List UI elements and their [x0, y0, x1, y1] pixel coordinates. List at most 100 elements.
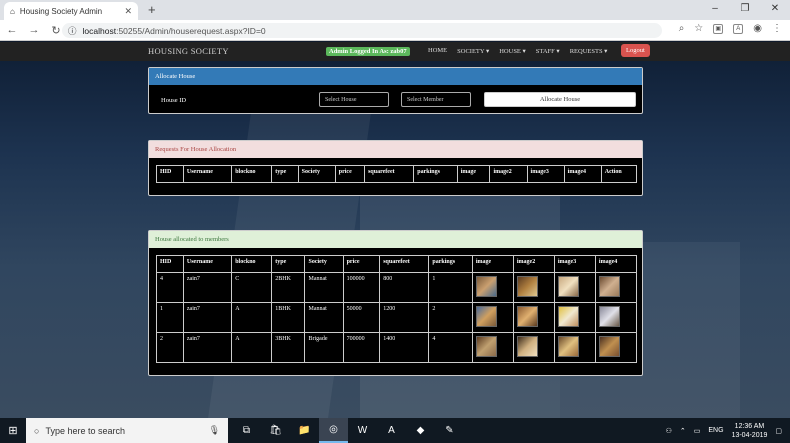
taskbar-search-box[interactable]: ○ Type here to search 🎙: [26, 418, 228, 443]
nav-home[interactable]: HOME: [428, 47, 447, 55]
clock-date: 13-04-2019: [731, 431, 768, 439]
table-cell: 1: [156, 302, 184, 333]
clock-time: 12:36 AM: [734, 422, 765, 430]
column-header: Username: [182, 165, 233, 183]
house-thumbnail[interactable]: [516, 276, 538, 297]
house-thumbnail[interactable]: [598, 276, 620, 297]
column-header: squarefeet: [364, 165, 415, 183]
house-thumbnail[interactable]: [516, 306, 538, 327]
bookmark-star-icon[interactable]: ☆: [694, 23, 703, 34]
network-icon[interactable]: ▭: [694, 427, 701, 435]
table-cell: Mannat: [304, 272, 344, 303]
word-icon[interactable]: W: [348, 418, 377, 443]
new-tab-button[interactable]: +: [148, 2, 156, 17]
house-thumbnail[interactable]: [598, 336, 620, 357]
search-placeholder: Type here to search: [45, 425, 125, 436]
requests-panel: Requests For House Allocation HID Userna…: [148, 140, 643, 196]
nav-staff[interactable]: STAFF ▾: [536, 47, 560, 55]
house-thumbnail[interactable]: [557, 336, 579, 357]
pdf-extension-icon[interactable]: A: [733, 23, 744, 34]
house-thumbnail[interactable]: [516, 336, 538, 357]
home-icon: ⌂: [10, 6, 15, 16]
nav-society[interactable]: SOCIETY ▾: [457, 47, 489, 55]
column-header: price: [334, 165, 366, 183]
house-thumbnail[interactable]: [475, 336, 497, 357]
acrobat-icon[interactable]: A: [377, 418, 406, 443]
menu-kebab-icon[interactable]: ⋮: [772, 23, 782, 34]
search-icon: ○: [34, 425, 40, 436]
table-cell: 1BHK: [271, 302, 306, 333]
table-cell: 50000: [342, 302, 381, 333]
logout-button[interactable]: Logout: [621, 44, 650, 57]
house-thumbnail[interactable]: [557, 306, 579, 327]
url-field[interactable]: ⓘ localhost:50255/Admin/houserequest.asp…: [62, 23, 662, 38]
task-view-icon[interactable]: ⧉: [232, 418, 261, 443]
column-header: price: [342, 255, 381, 273]
site-brand[interactable]: HOUSING SOCIETY: [148, 46, 229, 56]
extension-icon[interactable]: ▣: [713, 23, 724, 34]
table-cell: [471, 272, 514, 303]
house-thumbnail[interactable]: [475, 276, 497, 297]
column-header: image2: [512, 255, 555, 273]
chevron-up-icon[interactable]: ⌃: [680, 427, 686, 435]
column-header: HID: [156, 165, 184, 183]
store-icon[interactable]: 🛍: [261, 418, 290, 443]
house-thumbnail[interactable]: [475, 306, 497, 327]
paint-icon[interactable]: ✎: [435, 418, 464, 443]
address-bar: ← → ↻ ⓘ localhost:50255/Admin/housereque…: [0, 20, 790, 41]
column-header: Society: [297, 165, 336, 183]
chrome-icon[interactable]: ◎: [319, 418, 348, 443]
column-header: type: [271, 165, 299, 183]
table-cell: [512, 332, 555, 363]
table-cell: [553, 332, 596, 363]
column-header: HID: [156, 255, 184, 273]
column-header: image: [456, 165, 491, 183]
info-icon[interactable]: ⓘ: [68, 25, 77, 37]
table-header-row: HID Username blockno type Society price …: [156, 255, 638, 273]
table-cell: [594, 302, 638, 333]
notification-icon[interactable]: ▢: [775, 427, 782, 435]
table-cell: 2BHK: [271, 272, 306, 303]
close-tab-icon[interactable]: ✕: [124, 6, 132, 17]
allocated-panel: House allocated to members HID Username …: [148, 230, 643, 376]
people-icon[interactable]: ⚇: [666, 427, 672, 435]
column-header: Society: [304, 255, 344, 273]
minimize-icon[interactable]: –: [700, 0, 730, 20]
house-thumbnail[interactable]: [598, 306, 620, 327]
microphone-icon[interactable]: 🎙: [209, 425, 220, 436]
allocate-house-button[interactable]: Allocate House: [484, 92, 636, 107]
table-cell: 2: [428, 302, 473, 333]
close-window-icon[interactable]: ✕: [760, 0, 790, 20]
nav-menu: HOME SOCIETY ▾ HOUSE ▾ STAFF ▾ REQUESTS …: [428, 47, 607, 55]
column-header: image2: [489, 165, 528, 183]
column-header: image: [471, 255, 514, 273]
allocated-table: HID Username blockno type Society price …: [156, 255, 638, 363]
select-member-dropdown[interactable]: Select Member: [401, 92, 471, 107]
table-cell: [471, 332, 514, 363]
table-cell: 4: [156, 272, 184, 303]
back-icon[interactable]: ←: [6, 24, 18, 36]
table-cell: [553, 302, 596, 333]
reload-icon[interactable]: ↻: [50, 24, 62, 37]
browser-tab[interactable]: ⌂ Housing Society Admin ✕: [4, 2, 138, 20]
nav-house[interactable]: HOUSE ▾: [499, 47, 526, 55]
visual-studio-icon[interactable]: ◆: [406, 418, 435, 443]
table-cell: 2: [156, 332, 184, 363]
forward-icon[interactable]: →: [28, 24, 40, 36]
profile-icon[interactable]: ◉: [753, 23, 762, 34]
select-house-dropdown[interactable]: Select House: [319, 92, 389, 107]
house-id-label: House ID: [161, 97, 187, 104]
restore-icon[interactable]: ❐: [730, 0, 760, 20]
windows-start-icon[interactable]: ⊞: [0, 424, 26, 437]
taskbar-apps: ⧉ 🛍 📁 ◎ W A ◆ ✎: [232, 418, 464, 443]
column-header: blockno: [231, 255, 273, 273]
file-explorer-icon[interactable]: 📁: [290, 418, 319, 443]
admin-badge: Admin Logged In As: zab07: [326, 47, 410, 56]
table-cell: A: [231, 332, 273, 363]
clock[interactable]: 12:36 AM 13-04-2019: [732, 422, 768, 440]
language-indicator[interactable]: ENG: [708, 427, 723, 434]
house-thumbnail[interactable]: [557, 276, 579, 297]
system-tray: ⚇ ⌃ ▭ ENG 12:36 AM 13-04-2019 ▢: [666, 418, 782, 443]
nav-requests[interactable]: REQUESTS ▾: [570, 47, 608, 55]
zoom-icon[interactable]: ⌕: [679, 23, 685, 34]
